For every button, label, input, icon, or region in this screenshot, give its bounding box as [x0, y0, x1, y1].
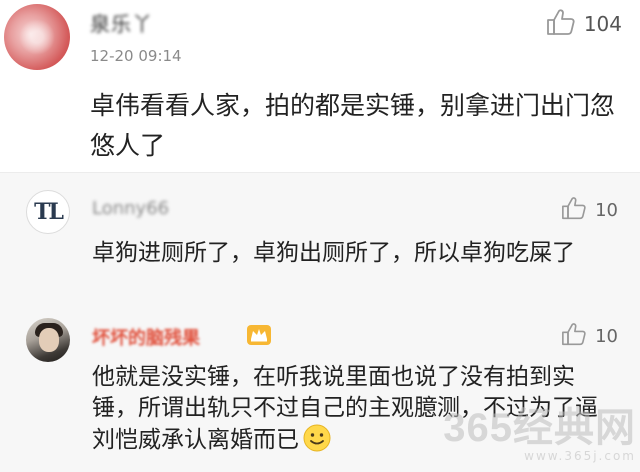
smile-emoji-icon [303, 424, 331, 452]
crown-badge-icon [246, 324, 272, 350]
watermark-text: 365经典网 [443, 406, 636, 450]
avatar[interactable]: TL [26, 190, 70, 234]
like-count: 104 [583, 12, 622, 36]
like-button[interactable]: 104 [546, 8, 622, 40]
comment-timestamp: 12-20 09:14 [90, 47, 182, 65]
avatar[interactable] [26, 318, 70, 362]
reply-text: 卓狗进厕所了，卓狗出厕所了，所以卓狗吃屎了 [92, 240, 575, 266]
reply-username[interactable]: 坏坏的脑残果 [92, 324, 200, 350]
like-button[interactable]: 10 [561, 322, 618, 350]
comment-username[interactable]: 泉乐丫 [90, 8, 153, 37]
like-count: 10 [595, 199, 618, 221]
thumbs-up-icon [561, 196, 587, 224]
avatar[interactable] [4, 4, 70, 70]
like-count: 10 [595, 325, 618, 347]
comment-text: 卓伟看看人家，拍的都是实锤，别拿进门出门忽悠人了 [90, 91, 616, 160]
thumbs-up-icon [546, 8, 576, 40]
watermark-logo: 365经典网 www.365j.com [443, 395, 636, 463]
reply-username[interactable]: Lonny66 [92, 198, 169, 219]
main-comment: 泉乐丫 12-20 09:14 104 卓伟看看人家，拍的都是实锤，别拿进门出门… [0, 0, 640, 172]
thumbs-up-icon [561, 322, 587, 350]
like-button[interactable]: 10 [561, 196, 618, 224]
